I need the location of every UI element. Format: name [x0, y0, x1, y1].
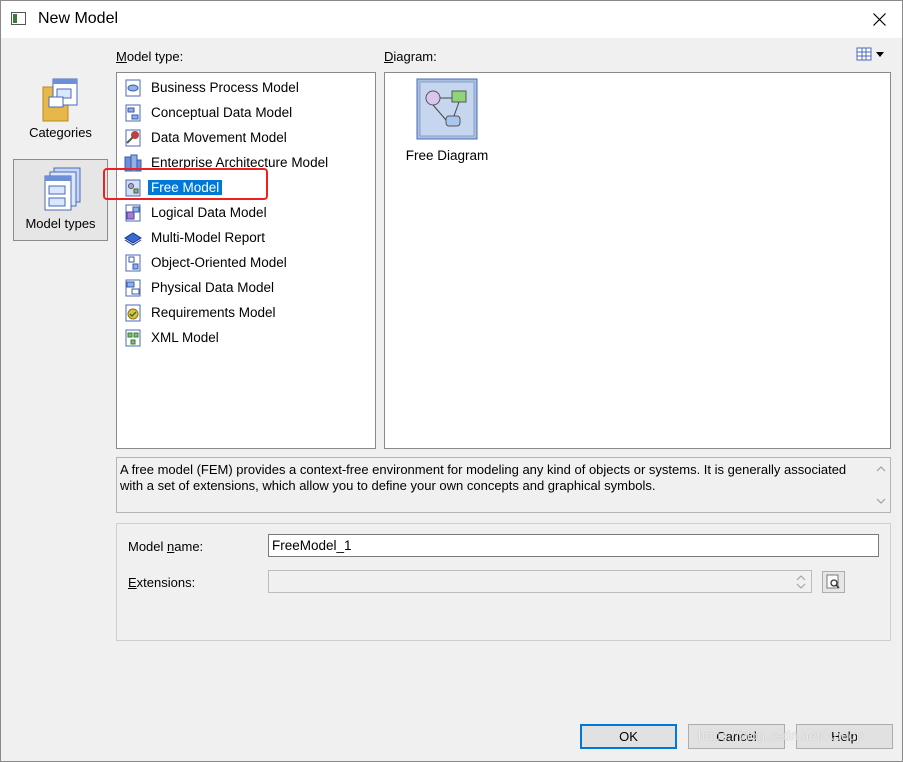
diagram-item-free-diagram[interactable]: Free Diagram — [402, 78, 492, 168]
new-model-dialog: New Model Categories Model types Model t… — [0, 0, 903, 762]
data-movement-model-icon — [125, 129, 141, 147]
diagram-list[interactable]: Free Diagram — [384, 72, 891, 449]
model-name-input[interactable] — [268, 534, 879, 557]
description-text: A free model (FEM) provides a context-fr… — [120, 462, 847, 493]
description-scrollbar[interactable] — [872, 458, 890, 512]
sidebar-item-model-types[interactable]: Model types — [13, 159, 108, 241]
list-item-multi-model-report[interactable]: Multi-Model Report — [121, 227, 371, 249]
scroll-down-icon — [876, 498, 886, 504]
object-oriented-model-icon — [125, 254, 141, 272]
list-view-icon — [856, 47, 884, 61]
list-item-requirements-model[interactable]: Requirements Model — [121, 302, 371, 324]
free-model-highlight — [103, 168, 268, 200]
conceptual-data-model-icon — [125, 104, 141, 122]
physical-data-model-icon — [125, 279, 141, 297]
browse-icon — [826, 574, 840, 589]
list-item-business-process-model[interactable]: Business Process Model — [121, 77, 371, 99]
categories-icon — [42, 78, 78, 122]
free-diagram-icon — [416, 78, 478, 140]
title-bar: New Model — [1, 1, 902, 38]
ok-button[interactable]: OK — [580, 724, 677, 749]
extensions-select[interactable] — [268, 570, 812, 593]
model-type-label: Model type: — [116, 49, 184, 64]
sidebar-item-label: Categories — [29, 125, 92, 140]
sidebar-item-categories[interactable]: Categories — [13, 67, 108, 149]
list-view-button[interactable] — [856, 46, 888, 63]
close-button[interactable] — [856, 1, 902, 38]
diagram-item-label: Free Diagram — [405, 148, 489, 163]
extensions-label: Extensions: — [128, 575, 196, 590]
requirements-model-icon — [125, 304, 141, 322]
list-item-xml-model[interactable]: XML Model — [121, 327, 371, 349]
list-item-conceptual-data-model[interactable]: Conceptual Data Model — [121, 102, 371, 124]
properties-group: Model name: Extensions: — [116, 523, 891, 641]
watermark: https://blog.csdn.net/Apeop — [698, 728, 864, 743]
spinner-icon — [796, 575, 806, 589]
logical-data-model-icon — [125, 204, 141, 222]
list-item-logical-data-model[interactable]: Logical Data Model — [121, 202, 371, 224]
list-item-object-oriented-model[interactable]: Object-Oriented Model — [121, 252, 371, 274]
multi-model-report-icon — [124, 232, 142, 246]
description-box: A free model (FEM) provides a context-fr… — [116, 457, 891, 513]
window-title: New Model — [38, 10, 119, 27]
list-item-physical-data-model[interactable]: Physical Data Model — [121, 277, 371, 299]
model-name-label: Model name: — [128, 539, 204, 554]
xml-model-icon — [125, 329, 141, 347]
browse-extensions-button[interactable] — [822, 571, 845, 593]
app-icon — [11, 12, 26, 25]
diagram-label: Diagram: — [384, 49, 437, 64]
scroll-up-icon — [876, 466, 886, 472]
list-item-data-movement-model[interactable]: Data Movement Model — [121, 127, 371, 149]
business-process-model-icon — [125, 79, 141, 97]
model-types-icon — [44, 167, 81, 211]
sidebar-item-label: Model types — [25, 216, 96, 231]
close-icon — [873, 13, 886, 26]
model-type-list[interactable]: Business Process Model Conceptual Data M… — [116, 72, 376, 449]
